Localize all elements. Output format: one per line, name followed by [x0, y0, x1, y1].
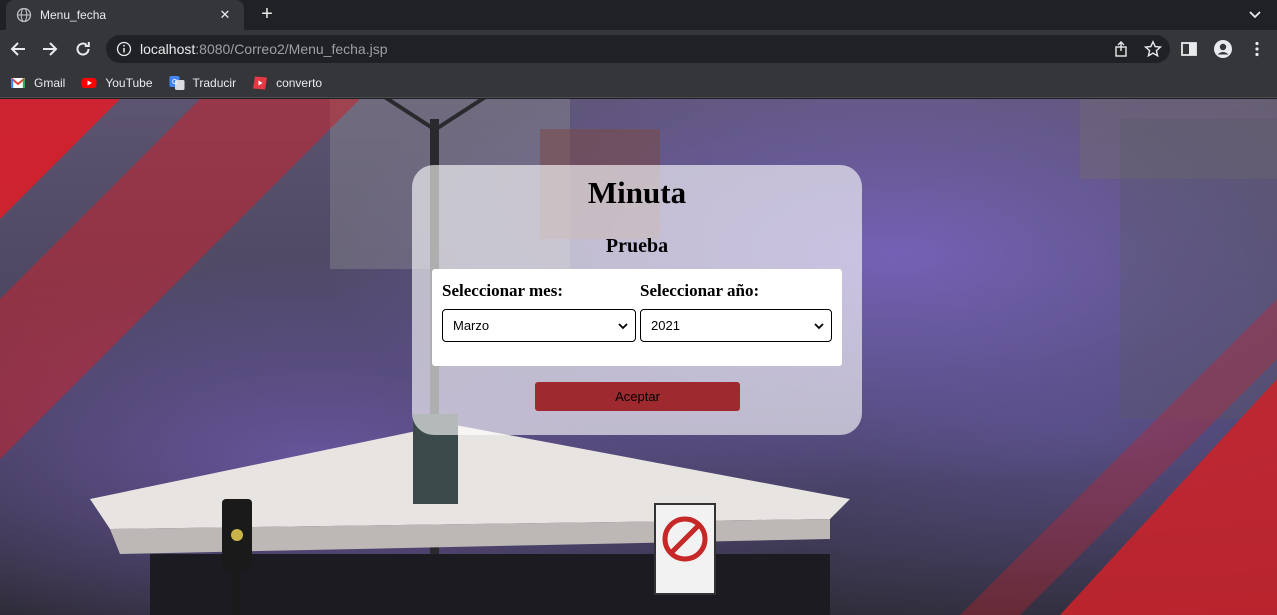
- month-select-value: Marzo: [453, 318, 490, 333]
- year-label: Seleccionar año:: [640, 281, 760, 300]
- close-tab-icon[interactable]: ✕: [216, 7, 234, 23]
- url-host: localhost: [140, 41, 196, 57]
- bookmark-gmail[interactable]: Gmail: [10, 75, 65, 91]
- browser-window: Menu_fecha ✕ + localhost:8080/Correo2/Me…: [0, 0, 1277, 615]
- month-label: Seleccionar mes:: [442, 281, 564, 300]
- bookmark-label: converto: [276, 75, 323, 90]
- page-title: Minuta: [587, 175, 687, 210]
- youtube-icon: [81, 75, 97, 91]
- month-select[interactable]: Marzo: [442, 309, 636, 342]
- page-viewport: Minuta Prueba Seleccionar mes: Marzo Sel…: [0, 99, 1277, 615]
- bookmark-converto[interactable]: converto: [252, 75, 322, 91]
- menu-kebab-icon[interactable]: [1247, 39, 1267, 59]
- address-bar[interactable]: localhost:8080/Correo2/Menu_fecha.jsp: [106, 35, 1170, 63]
- accept-button[interactable]: Aceptar: [535, 382, 740, 411]
- translate-icon: G: [169, 75, 185, 91]
- info-icon[interactable]: [116, 41, 132, 57]
- globe-icon: [16, 7, 32, 23]
- bookmark-label: YouTube: [105, 75, 153, 90]
- converto-icon: [252, 75, 268, 91]
- bookmark-traducir[interactable]: G Traducir: [169, 75, 237, 91]
- tab-menu-fecha[interactable]: Menu_fecha ✕: [6, 0, 244, 30]
- side-panel-icon[interactable]: [1179, 39, 1199, 59]
- toolbar: localhost:8080/Correo2/Menu_fecha.jsp: [0, 30, 1277, 68]
- forward-icon[interactable]: [40, 39, 60, 59]
- bookmark-star-icon[interactable]: [1143, 40, 1163, 58]
- bookmark-label: Traducir: [192, 75, 237, 90]
- profile-avatar-icon[interactable]: [1213, 39, 1233, 59]
- reload-icon[interactable]: [73, 39, 93, 59]
- svg-text:G: G: [172, 79, 177, 86]
- url-path: :8080/Correo2/Menu_fecha.jsp: [195, 41, 388, 57]
- tab-title: Menu_fecha: [40, 8, 107, 22]
- page-subtitle: Prueba: [605, 235, 669, 257]
- tab-strip: Menu_fecha ✕ +: [0, 0, 1277, 30]
- bookmark-label: Gmail: [34, 75, 66, 90]
- bookmark-youtube[interactable]: YouTube: [81, 75, 153, 91]
- bookmarks-bar: Gmail YouTube G Traducir converto: [0, 68, 1277, 98]
- minuta-form-card: Minuta Prueba Seleccionar mes: Marzo Sel…: [412, 165, 862, 435]
- chevron-down-icon: [617, 320, 629, 332]
- share-icon[interactable]: [1112, 40, 1130, 58]
- chevron-down-icon: [813, 320, 825, 332]
- gmail-icon: [10, 75, 26, 91]
- date-select-panel: Seleccionar mes: Marzo Seleccionar año: …: [432, 269, 842, 366]
- year-select[interactable]: 2021: [640, 309, 832, 342]
- new-tab-button[interactable]: +: [256, 4, 278, 26]
- url-text: localhost:8080/Correo2/Menu_fecha.jsp: [140, 41, 388, 57]
- year-select-value: 2021: [651, 318, 680, 333]
- chevron-down-icon[interactable]: [1247, 6, 1263, 22]
- back-icon[interactable]: [8, 39, 28, 59]
